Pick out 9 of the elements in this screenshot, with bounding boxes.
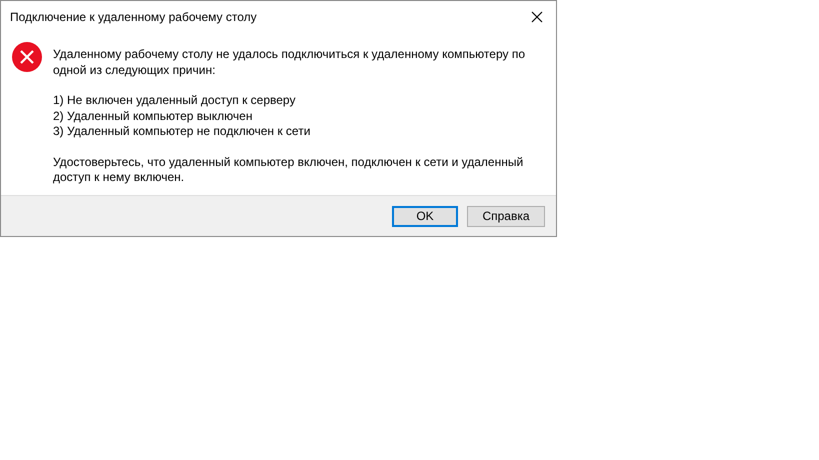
reason-item: 3) Удаленный компьютер не подключен к сети <box>53 124 312 140</box>
error-message: Удаленному рабочему столу не удалось подключиться к удаленному компьютеру по одной из следующих причин: <box>53 47 526 78</box>
advice-text: Удостоверьтесь, что удаленный компьютер включен, подключен к сети и удаленный доступ к нему включен. <box>53 154 524 186</box>
help-button[interactable]: Справка <box>467 206 545 226</box>
reason-item: 2) Удаленный компьютер выключен <box>53 108 254 124</box>
reason-item: 1) Не включен удаленный доступ к серверу <box>53 93 296 108</box>
ok-button[interactable]: OK <box>392 206 458 226</box>
error-icon <box>12 42 42 72</box>
window-title: Подключение к удаленному рабочему столу <box>10 10 257 24</box>
